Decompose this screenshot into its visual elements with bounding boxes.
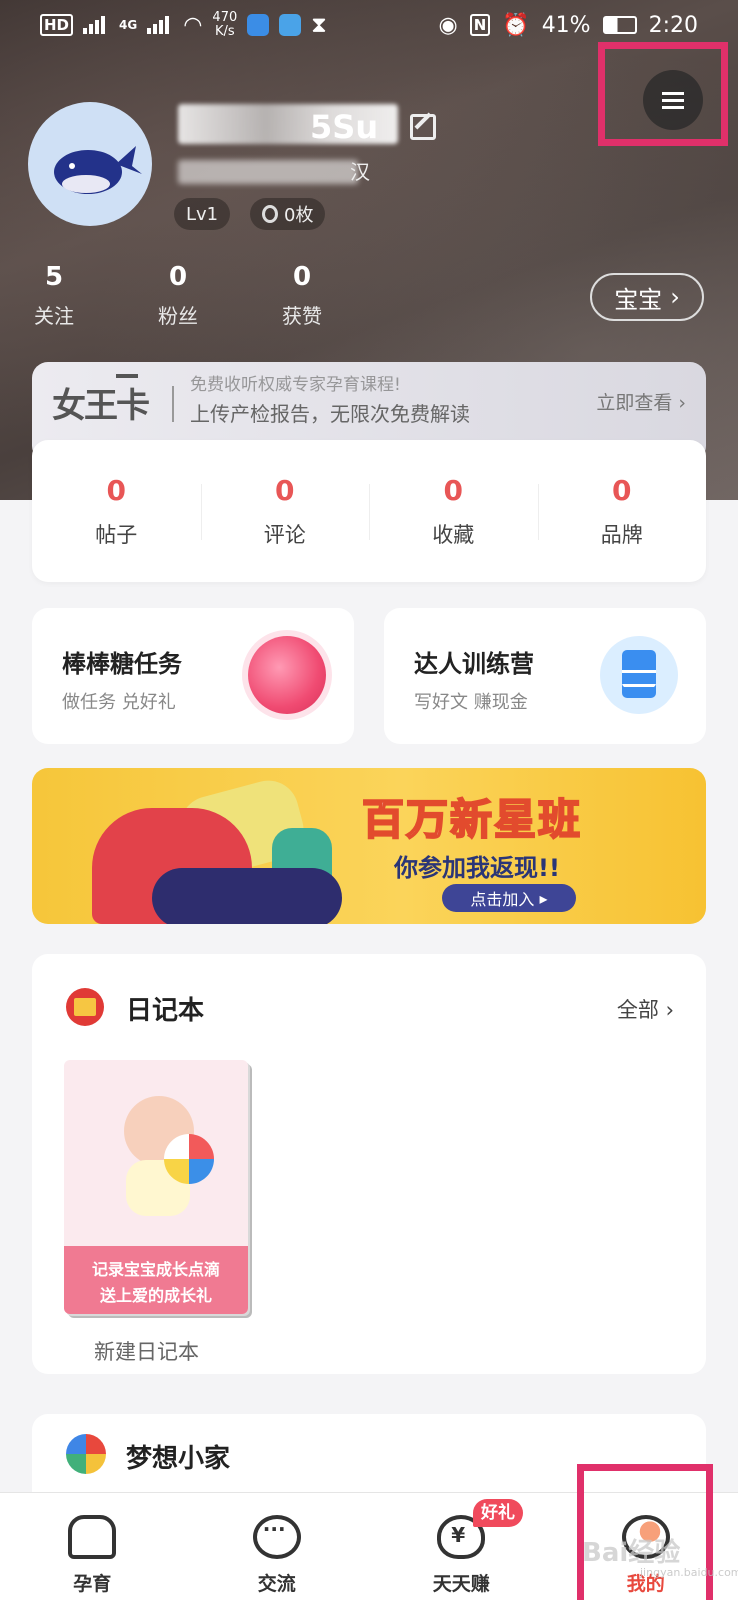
count-num: 0 [443, 473, 463, 507]
baby-button-label: 宝宝 [614, 285, 663, 314]
banner-title: 百万新星班 [361, 794, 583, 845]
task-title: 棒棒糖任务 [62, 650, 182, 678]
wifi-icon: ◠ [183, 12, 203, 38]
section-title: 日记本 [126, 996, 205, 1026]
medal-icon [262, 205, 278, 223]
vip-cta-label: 立即查看 [596, 392, 673, 414]
book-caption-2: 送上爱的成长礼 [99, 1286, 212, 1305]
medal-count: 0枚 [284, 205, 314, 226]
eye-icon: ◉ [438, 12, 458, 38]
app-notification-icon [247, 14, 270, 36]
stat-label: 粉丝 [158, 304, 198, 328]
stat-likes[interactable]: 0 获赞 [262, 262, 342, 329]
vip-line-2: 上传产检报告，无限次免费解读 [190, 402, 470, 426]
task-subtitle: 做任务 兑好礼 [62, 692, 176, 713]
section-title: 梦想小家 [126, 1444, 231, 1474]
edit-icon[interactable] [410, 114, 436, 140]
avatar[interactable] [28, 102, 152, 226]
location-visible: 汉 [350, 160, 370, 184]
tab-label: 天天赚 [432, 1573, 490, 1595]
battery-percent: 41% [541, 12, 591, 38]
level-text: Lv1 [186, 203, 219, 225]
divider [172, 386, 174, 422]
home-icon [68, 1515, 117, 1559]
vip-line-1: 免费收听权威专家孕育课程! [190, 375, 401, 395]
tab-yunyu[interactable]: 孕育 [0, 1493, 185, 1600]
stat-label: 关注 [34, 304, 74, 328]
signal-icon [83, 16, 109, 34]
dream-home-icon [66, 1434, 106, 1474]
vip-logo: 女王卡 [52, 386, 150, 426]
banner-join-button[interactable]: 点击加入 ▸ [442, 884, 576, 912]
talent-camp-card[interactable]: 达人训练营 写好文 赚现金 [384, 608, 706, 744]
chat-icon [252, 1515, 301, 1559]
gift-badge: 好礼 [473, 1499, 523, 1527]
content-counts-card: 0 帖子 0 评论 0 收藏 0 品牌 [32, 440, 706, 582]
stat-fans[interactable]: 0 粉丝 [138, 262, 218, 329]
new-diary-book[interactable]: 记录宝宝成长点滴 送上爱的成长礼 [64, 1060, 248, 1314]
tab-label: 孕育 [73, 1573, 112, 1595]
chevron-right-icon: › [665, 998, 674, 1022]
banner-illustration [152, 868, 342, 924]
promo-banner[interactable]: 百万新星班 你参加我返现!! 点击加入 ▸ [32, 768, 706, 924]
level-badge[interactable]: Lv1 [174, 198, 231, 230]
stat-num: 5 [44, 262, 64, 292]
nfc-icon: N [469, 14, 491, 36]
tab-jiaoliu[interactable]: 交流 [185, 1493, 370, 1600]
baby-button[interactable]: 宝宝 › [590, 273, 704, 321]
tab-label: 交流 [257, 1573, 296, 1595]
banner-subtitle: 你参加我返现!! [394, 854, 560, 882]
stat-num: 0 [292, 262, 312, 292]
net-speed: 470 K/s [212, 10, 238, 39]
alarm-icon: ⏰ [502, 12, 530, 38]
lollipop-icon [248, 636, 326, 714]
diary-icon [66, 988, 104, 1026]
view-all-label: 全部 [616, 998, 659, 1022]
task-title: 达人训练营 [414, 650, 534, 678]
medal-badge[interactable]: 0枚 [250, 198, 326, 230]
count-label: 帖子 [95, 522, 138, 547]
count-num: 0 [275, 473, 295, 507]
count-label: 品牌 [600, 522, 643, 547]
count-num: 0 [612, 473, 632, 507]
new-diary-label[interactable]: 新建日记本 [94, 1336, 199, 1366]
chevron-right-icon: › [670, 283, 680, 311]
clock-time: 2:20 [648, 12, 698, 38]
watermark: Bai经验 [582, 1538, 681, 1568]
network-type: 4G [119, 18, 138, 32]
chevron-right-icon: › [678, 392, 686, 414]
hourglass-icon: ⧗ [311, 12, 327, 38]
count-label: 收藏 [432, 522, 475, 547]
count-label: 评论 [263, 522, 306, 547]
app-notification-icon-2 [279, 14, 302, 36]
tab-tiantianzhuan[interactable]: 好礼 天天赚 [369, 1493, 554, 1600]
stat-num: 0 [168, 262, 188, 292]
signal-icon-2 [147, 16, 173, 34]
hd-badge: HD [40, 14, 74, 36]
count-favorites[interactable]: 0 收藏 [369, 474, 538, 549]
watermark-url: jingyan.baidu.com [640, 1566, 738, 1579]
count-num: 0 [106, 473, 126, 507]
document-icon [600, 636, 678, 714]
vip-cta-link[interactable]: 立即查看 › [596, 388, 686, 415]
banner-button-label: 点击加入 [470, 890, 535, 909]
stat-following[interactable]: 5 关注 [14, 262, 94, 329]
location-blurred [178, 160, 358, 184]
diary-section: 日记本 全部 › 记录宝宝成长点滴 送上爱的成长礼 新建日记本 [32, 954, 706, 1374]
view-all-link[interactable]: 全部 › [617, 994, 674, 1024]
task-subtitle: 写好文 赚现金 [414, 692, 528, 713]
ball-illustration [164, 1134, 214, 1184]
username-visible: 5Su [310, 108, 379, 146]
lollipop-task-card[interactable]: 棒棒糖任务 做任务 兑好礼 [32, 608, 354, 744]
count-brands[interactable]: 0 品牌 [537, 473, 707, 549]
count-comments[interactable]: 0 评论 [200, 473, 370, 549]
count-posts[interactable]: 0 帖子 [32, 474, 201, 549]
battery-icon [602, 16, 637, 34]
highlight-box-menu [598, 42, 728, 146]
whale-icon [54, 146, 142, 194]
book-caption-1: 记录宝宝成长点滴 [91, 1260, 220, 1279]
stat-label: 获赞 [282, 304, 322, 328]
